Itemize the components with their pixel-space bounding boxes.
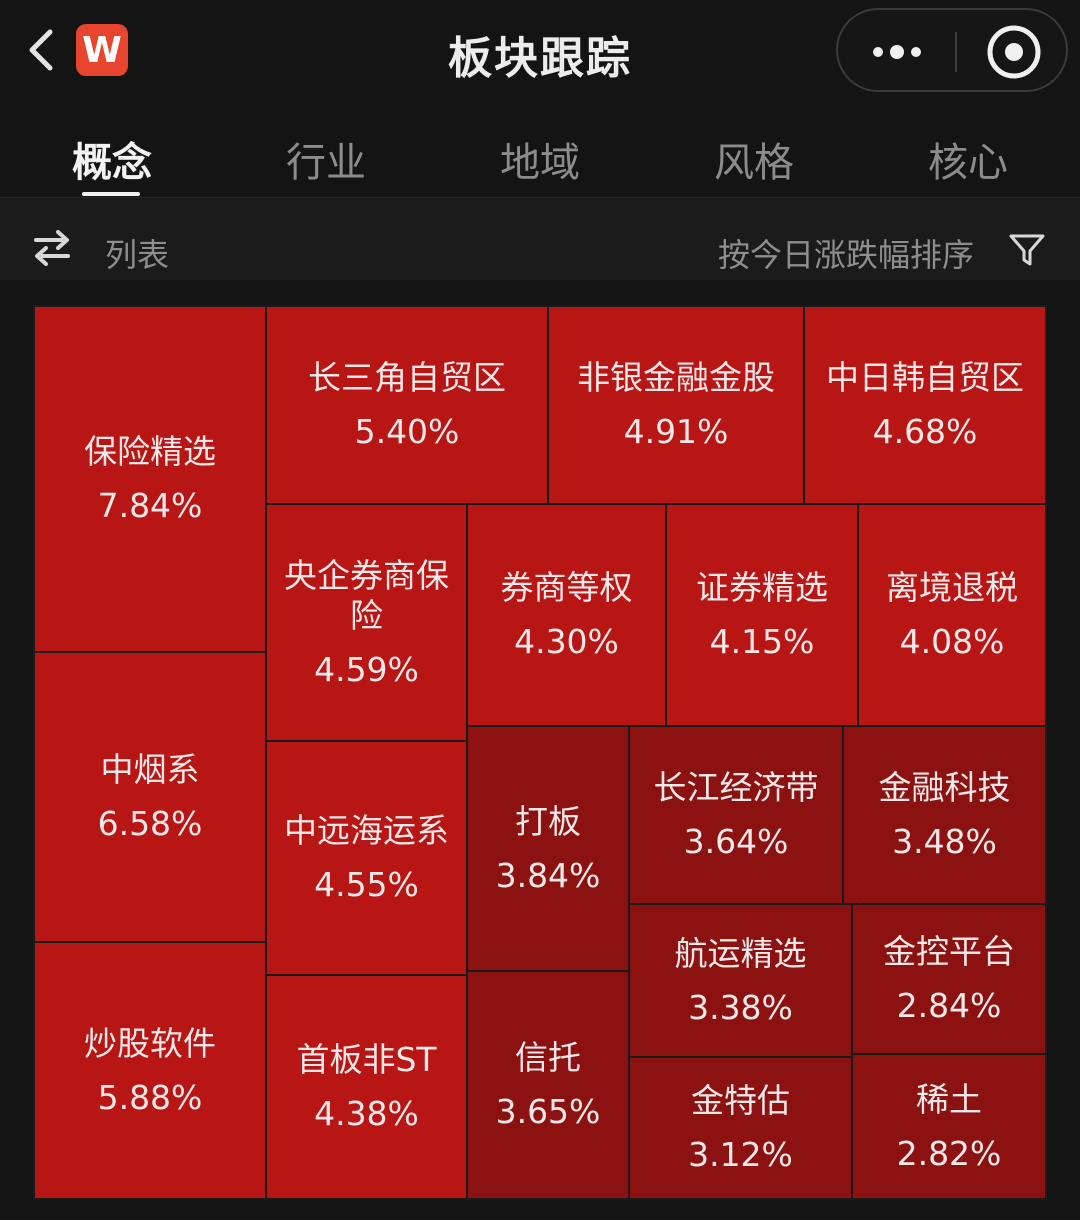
swap-arrows-icon[interactable] (30, 228, 74, 268)
target-circle-icon[interactable] (974, 22, 1054, 82)
sector-name: 中日韩自贸区 (826, 358, 1024, 397)
sector-name: 中远海运系 (284, 811, 449, 850)
sector-tile[interactable]: 打板 3.84% (466, 725, 630, 972)
sector-change: 3.65% (495, 1092, 601, 1131)
tab-concept[interactable]: 概念 (12, 130, 212, 188)
sector-change: 5.88% (97, 1077, 203, 1117)
sector-change: 3.38% (688, 987, 793, 1027)
sector-tile[interactable]: 中远海运系 4.55% (265, 740, 468, 976)
sector-change: 4.59% (314, 649, 419, 689)
tab-core[interactable]: 核心 (868, 130, 1068, 188)
sector-change: 2.84% (896, 986, 1002, 1025)
sector-name: 炒股软件 (84, 1023, 216, 1063)
more-dots-icon[interactable] (858, 28, 938, 76)
sector-tile[interactable]: 长江经济带 3.64% (628, 725, 844, 905)
sector-change: 4.08% (899, 622, 1005, 661)
category-tabs: 概念 行业 地域 风格 核心 (0, 110, 1080, 196)
sector-change: 3.48% (892, 822, 997, 861)
sector-name: 金控平台 (883, 932, 1015, 971)
sector-tile[interactable]: 离境退税 4.08% (857, 503, 1047, 727)
tab-region[interactable]: 地域 (440, 130, 640, 188)
sector-name: 长江经济带 (653, 768, 819, 807)
sector-tile[interactable]: 券商等权 4.30% (466, 503, 667, 727)
view-toolbar: 列表 按今日涨跌幅排序 (0, 198, 1080, 280)
sector-name: 稀土 (916, 1079, 982, 1119)
sector-tile[interactable]: 中日韩自贸区 4.68% (803, 305, 1047, 505)
sector-name: 打板 (515, 801, 581, 841)
tab-style[interactable]: 风格 (654, 130, 854, 188)
sector-tile[interactable]: 炒股软件 5.88% (33, 941, 267, 1200)
sector-change: 7.84% (97, 486, 203, 525)
sector-change: 5.40% (354, 412, 460, 451)
sector-tile[interactable]: 证券精选 4.15% (665, 503, 859, 727)
sector-tile[interactable]: 信托 3.65% (466, 970, 630, 1200)
list-view-toggle[interactable]: 列表 (105, 230, 169, 276)
sector-change: 4.55% (314, 865, 419, 904)
sector-change: 4.30% (514, 622, 619, 661)
sector-name: 中烟系 (100, 750, 200, 789)
filter-icon[interactable] (1008, 232, 1046, 268)
sector-change: 4.68% (872, 412, 978, 451)
sector-tile[interactable]: 首板非ST 4.38% (265, 974, 468, 1200)
tab-industry[interactable]: 行业 (226, 130, 426, 188)
header-bar: W 板块跟踪 (0, 0, 1080, 100)
sector-name: 券商等权 (500, 568, 633, 607)
sector-name: 保险精选 (84, 432, 216, 471)
sector-tile[interactable]: 金控平台 2.84% (851, 903, 1047, 1055)
sort-selector[interactable]: 按今日涨跌幅排序 (718, 230, 974, 276)
mini-program-capsule (836, 8, 1068, 92)
sector-change: 4.15% (709, 622, 815, 661)
sector-tile[interactable]: 非银金融金股 4.91% (547, 305, 805, 505)
sector-name: 金特估 (691, 1081, 790, 1120)
sector-change: 3.12% (688, 1135, 793, 1174)
sector-name: 长三角自贸区 (308, 358, 506, 397)
sector-name: 央企券商保险 (284, 555, 449, 635)
sector-tile[interactable]: 长三角自贸区 5.40% (265, 305, 549, 505)
sector-tile[interactable]: 航运精选 3.38% (628, 903, 853, 1058)
sector-tile[interactable]: 金特估 3.12% (628, 1056, 853, 1200)
sector-change: 4.91% (623, 412, 729, 451)
capsule-divider (955, 32, 957, 72)
sector-name: 航运精选 (674, 933, 807, 973)
sector-name: 信托 (515, 1038, 581, 1077)
sector-tile[interactable]: 央企券商保险 4.59% (265, 503, 468, 742)
active-tab-indicator (82, 192, 140, 196)
sector-change: 4.38% (314, 1094, 419, 1133)
sector-tile[interactable]: 稀土 2.82% (851, 1053, 1047, 1200)
sector-name: 首板非ST (296, 1040, 437, 1079)
sector-change: 6.58% (97, 804, 203, 843)
sector-name: 非银金融金股 (577, 358, 775, 397)
sector-name: 离境退税 (886, 568, 1018, 607)
sector-change: 3.64% (683, 822, 789, 861)
sector-change: 2.82% (896, 1133, 1002, 1173)
sector-change: 3.84% (495, 855, 601, 895)
sector-name: 证券精选 (696, 568, 828, 607)
sector-tile[interactable]: 金融科技 3.48% (842, 725, 1047, 905)
sector-tile[interactable]: 中烟系 6.58% (33, 651, 267, 943)
sector-name: 金融科技 (878, 768, 1011, 807)
sector-tile[interactable]: 保险精选 7.84% (33, 305, 267, 653)
